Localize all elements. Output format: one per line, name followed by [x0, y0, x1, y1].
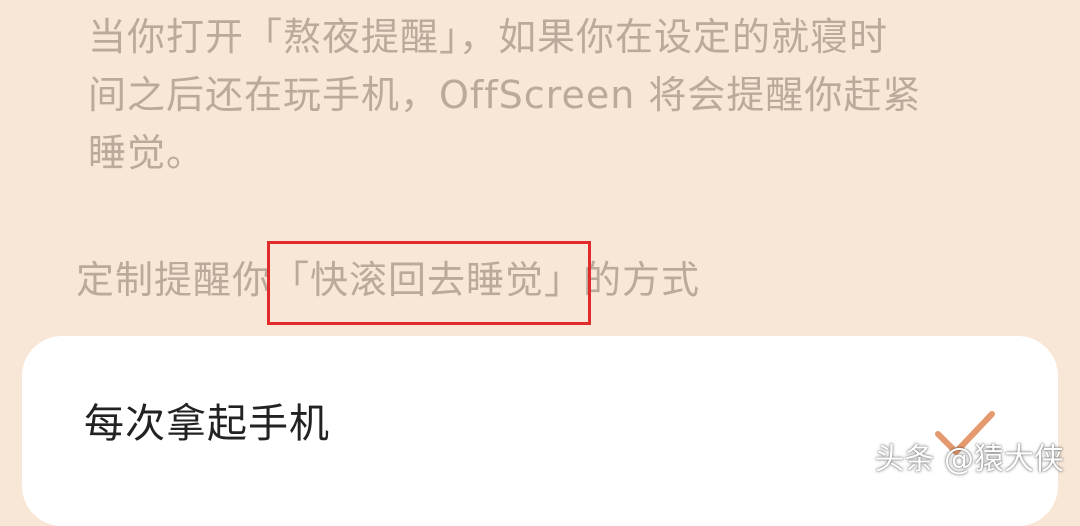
section-header-suffix: 的方式: [583, 258, 701, 302]
watermark: 头条 @猿大侠: [874, 442, 1064, 477]
highlighted-phrase-text: 「快滚回去睡觉」: [271, 258, 584, 302]
highlighted-phrase: 「快滚回去睡觉」: [267, 241, 592, 325]
description-line-1: 当你打开「熬夜提醒」，如果你在设定的就寝时: [88, 15, 889, 59]
section-header: 定制提醒你「快滚回去睡觉」 的方式: [76, 241, 701, 325]
reminder-description: 当你打开「熬夜提醒」，如果你在设定的就寝时 间之后还在玩手机，OffScreen…: [88, 8, 988, 182]
option-every-pickup-label[interactable]: 每次拿起手机: [84, 396, 330, 452]
options-card: 每次拿起手机: [22, 336, 1058, 526]
description-line-2: 间之后还在玩手机，OffScreen 将会提醒你赶紧: [88, 73, 922, 117]
section-header-prefix: 定制提醒你: [76, 258, 272, 302]
description-line-3: 睡觉。: [88, 131, 206, 175]
